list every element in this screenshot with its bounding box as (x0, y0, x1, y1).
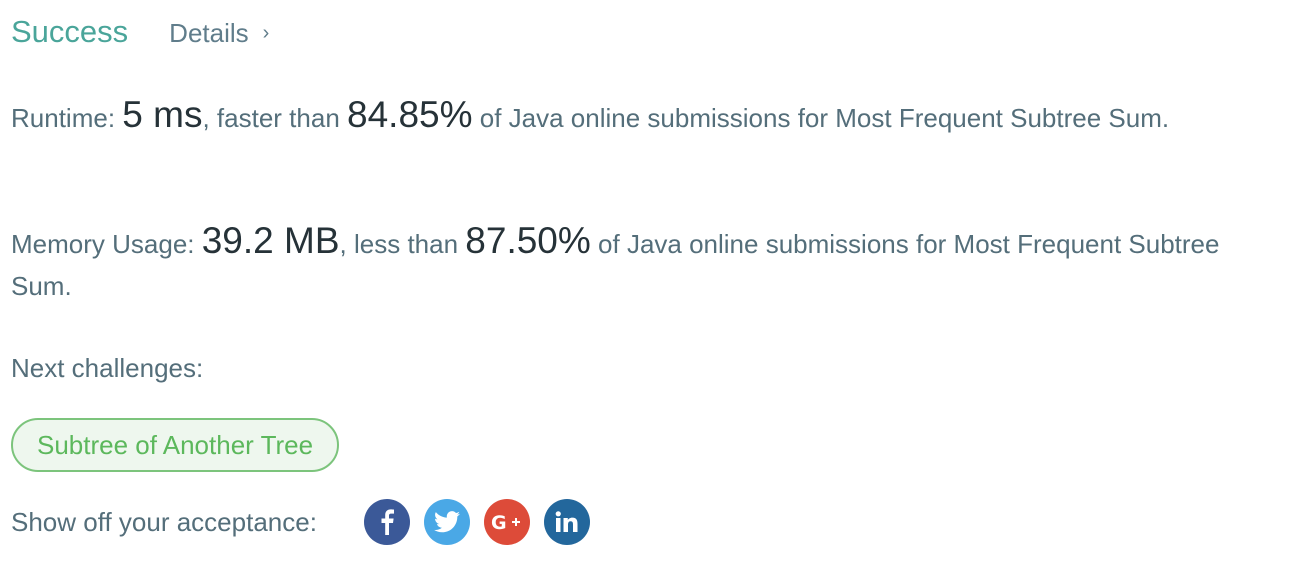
svg-text:G: G (491, 512, 507, 533)
next-challenges-label: Next challenges: (11, 353, 204, 383)
memory-percent: 87.50% (465, 220, 591, 261)
result-header: Success Details › (11, 12, 269, 52)
runtime-value: 5 ms (122, 94, 203, 135)
runtime-suffix: of Java online submissions for Most Freq… (479, 103, 1170, 133)
memory-value: 39.2 MB (201, 220, 340, 261)
chevron-right-icon: › (262, 22, 270, 44)
share-icons: G (363, 499, 604, 545)
runtime-stat: Runtime: 5 ms, faster than 84.85% of Jav… (11, 94, 1170, 135)
status-text: Success (11, 14, 129, 49)
share-label: Show off your acceptance: (11, 507, 317, 537)
runtime-comparison: faster than (216, 103, 340, 133)
facebook-icon[interactable] (363, 499, 410, 545)
runtime-label: Runtime: (11, 103, 116, 133)
memory-stat: Memory Usage: 39.2 MB, less than 87.50% … (11, 220, 1220, 301)
runtime-percent: 84.85% (347, 94, 473, 135)
details-link[interactable]: Details › (169, 18, 269, 49)
linkedin-icon[interactable] (543, 499, 590, 545)
memory-comparison: less than (353, 229, 459, 259)
memory-label: Memory Usage: (11, 229, 195, 259)
share-row: Show off your acceptance: G (11, 498, 604, 546)
twitter-icon[interactable] (423, 499, 470, 545)
google-plus-icon[interactable]: G (483, 499, 530, 545)
details-label: Details (169, 18, 249, 48)
challenge-button[interactable]: Subtree of Another Tree (11, 418, 340, 472)
